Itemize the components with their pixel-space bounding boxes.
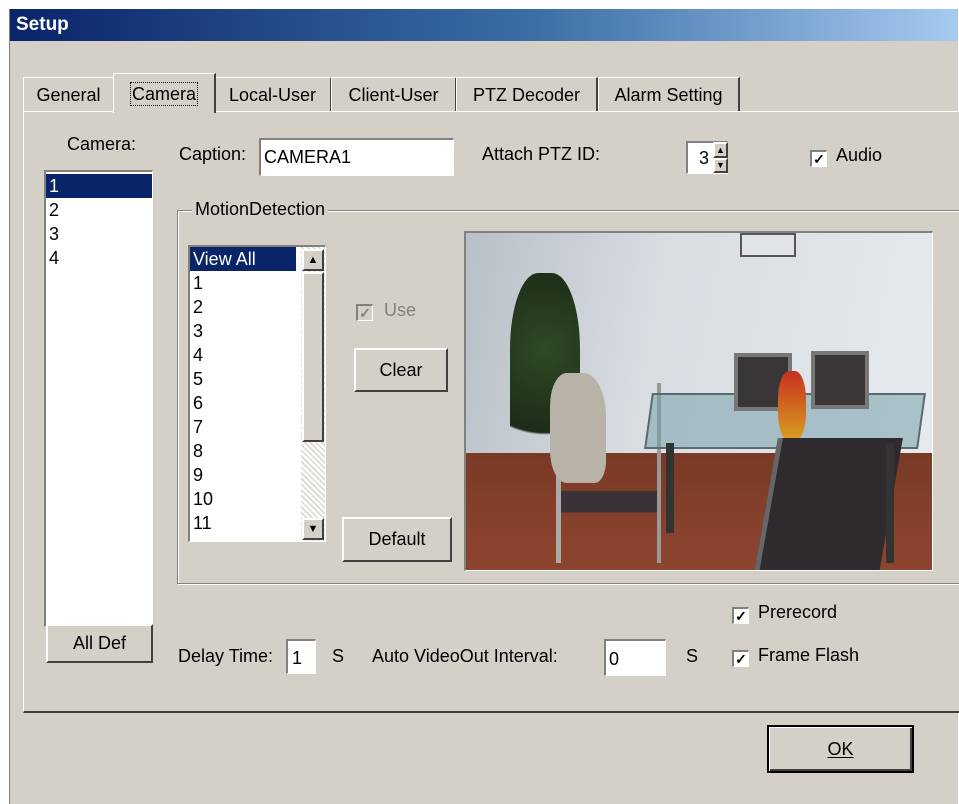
caption-label: Caption: — [179, 144, 247, 164]
scroll-up-arrow[interactable]: ▲ — [302, 249, 324, 271]
scroll-down-arrow[interactable]: ▼ — [302, 518, 324, 540]
camera-list-item[interactable]: 4 — [46, 246, 152, 270]
default-button[interactable]: Default — [342, 517, 452, 562]
audio-checkbox[interactable]: ✓ — [810, 150, 827, 167]
tab-alarm-setting[interactable]: Alarm Setting — [598, 77, 740, 111]
preview-chair-front — [754, 438, 903, 570]
motion-zone-list[interactable]: View All 1 2 3 4 5 6 7 8 9 10 11 ▲ ▼ — [188, 245, 326, 542]
motion-detection-group: MotionDetection View All 1 2 3 4 5 6 7 8… — [177, 199, 959, 584]
delay-time-label: Delay Time: — [178, 646, 274, 666]
use-checkbox[interactable]: ✓ — [356, 304, 373, 321]
delay-time-unit: S — [332, 646, 345, 666]
preview-chair-back-2 — [811, 351, 869, 409]
audio-label: Audio — [836, 145, 883, 165]
prerecord-checkbox[interactable]: ✓ — [732, 607, 749, 624]
tab-ptz-decoder[interactable]: PTZ Decoder — [456, 77, 598, 111]
camera-list-label: Camera: — [67, 134, 137, 154]
camera-preview[interactable] — [464, 231, 933, 571]
ptz-spin-up-button[interactable]: ▲ — [713, 142, 728, 158]
frame-flash-checkbox[interactable]: ✓ — [732, 650, 749, 667]
tab-local-user[interactable]: Local-User — [214, 77, 332, 111]
tab-camera[interactable]: Camera — [113, 73, 216, 113]
clear-button[interactable]: Clear — [354, 348, 448, 392]
use-label: Use — [384, 300, 417, 320]
preview-table-leg — [666, 443, 674, 533]
camera-list-item[interactable]: 2 — [46, 198, 152, 222]
camera-list-item[interactable]: 3 — [46, 222, 152, 246]
videoout-interval-input[interactable]: 0 — [604, 639, 666, 676]
camera-tab-panel: Camera: 1 2 3 4 All Def Caption: CAMERA1… — [23, 111, 959, 713]
ptz-spin-down-button[interactable]: ▼ — [713, 158, 728, 173]
ptz-label: Attach PTZ ID: — [482, 144, 601, 164]
caption-input[interactable]: CAMERA1 — [259, 138, 454, 176]
ok-button[interactable]: OK — [767, 725, 914, 773]
all-def-button[interactable]: All Def — [46, 624, 153, 663]
camera-list[interactable]: 1 2 3 4 — [44, 170, 153, 627]
title-bar: Setup — [10, 9, 958, 41]
ok-button-label: OK — [827, 739, 854, 759]
motion-detection-label: MotionDetection — [192, 199, 329, 220]
motion-list-scrollbar[interactable]: ▲ ▼ — [301, 247, 325, 541]
preview-table-leg — [886, 443, 894, 563]
scroll-thumb[interactable] — [302, 272, 324, 442]
preview-cloth — [550, 373, 606, 483]
videoout-interval-label: Auto VideoOut Interval: — [372, 646, 558, 666]
camera-list-item[interactable]: 1 — [46, 174, 152, 198]
preview-wall-frame — [740, 233, 796, 257]
preview-ornament — [778, 371, 806, 441]
tab-camera-label: Camera — [129, 82, 199, 106]
delay-time-input[interactable]: 1 — [286, 639, 316, 674]
frame-flash-label: Frame Flash — [758, 645, 860, 665]
tab-general[interactable]: General — [23, 77, 115, 111]
videoout-interval-unit: S — [686, 646, 699, 666]
motion-zone-item[interactable]: View All — [190, 247, 296, 271]
setup-window: Setup General Camera Local-User Client-U… — [9, 9, 959, 804]
prerecord-label: Prerecord — [758, 602, 838, 622]
tab-client-user[interactable]: Client-User — [331, 77, 457, 111]
